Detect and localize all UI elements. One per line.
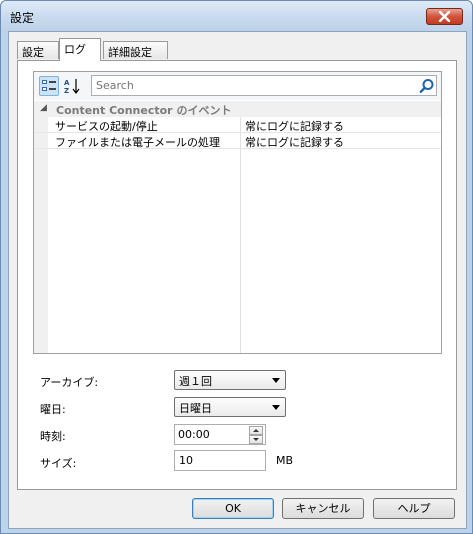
time-value[interactable]: 00:00: [178, 428, 210, 441]
log-tab-panel: A Z ◢ Content Con: [17, 60, 457, 490]
categorized-icon: [42, 80, 56, 91]
property-value[interactable]: 常にログに記録する: [245, 118, 344, 134]
grid-margin: [34, 117, 48, 353]
property-grid: A Z ◢ Content Con: [33, 71, 442, 354]
property-name: ファイルまたは電子メールの処理: [55, 136, 220, 149]
search-icon[interactable]: [419, 78, 435, 94]
alphabetical-sort-button[interactable]: A Z: [62, 76, 82, 96]
title-bar[interactable]: 設定: [1, 1, 472, 31]
tab-settings-label: 設定: [22, 46, 44, 59]
property-row[interactable]: ファイルまたは電子メールの処理 常にログに記録する: [34, 133, 441, 149]
categorized-view-button[interactable]: [39, 76, 59, 96]
tab-log-label: ログ: [64, 43, 86, 56]
tab-settings[interactable]: 設定: [17, 41, 59, 59]
time-stepper[interactable]: 00:00: [174, 424, 266, 445]
category-label: Content Connector のイベント: [56, 104, 232, 117]
row-margin: [34, 133, 48, 148]
size-value[interactable]: 10: [179, 454, 193, 467]
ok-button[interactable]: OK: [192, 498, 274, 519]
weekday-select[interactable]: 日曜日: [174, 397, 286, 417]
spin-up-icon[interactable]: [249, 426, 263, 435]
search-box[interactable]: [91, 75, 437, 96]
dialog-client-area: 設定 ログ 詳細設定 A Z Search ◢ Content Connecto…: [8, 31, 467, 529]
window-title: 設定: [10, 11, 35, 25]
settings-dialog: 設定 設定 ログ 詳細設定 A Z Search ◢ Content Conne…: [0, 0, 473, 534]
column-divider[interactable]: [240, 117, 241, 353]
help-button[interactable]: ヘルプ: [373, 498, 455, 519]
row-margin: [34, 117, 48, 132]
weekday-label: 曜日:: [40, 403, 66, 416]
archive-select[interactable]: 週１回: [174, 370, 286, 390]
search-input[interactable]: [94, 77, 398, 94]
sort-az-icon: A Z: [64, 79, 80, 95]
weekday-value: 日曜日: [179, 402, 212, 415]
spin-down-icon[interactable]: [249, 435, 263, 444]
property-grid-toolbar: A Z: [34, 72, 441, 100]
tab-advanced-label: 詳細設定: [108, 46, 152, 59]
property-value[interactable]: 常にログに記録する: [245, 134, 344, 150]
archive-label: アーカイブ:: [40, 376, 99, 389]
collapse-triangle-icon[interactable]: ◢: [40, 103, 47, 113]
time-label: 時刻:: [40, 430, 66, 443]
property-row[interactable]: サービスの起動/停止 常にログに記録する: [34, 117, 441, 133]
size-input[interactable]: 10: [174, 450, 266, 471]
tab-log[interactable]: ログ: [59, 38, 101, 61]
svg-text:A: A: [64, 79, 70, 87]
cancel-button[interactable]: キャンセル: [282, 498, 364, 519]
svg-text:Z: Z: [64, 87, 69, 95]
size-unit: MB: [276, 454, 294, 467]
close-button[interactable]: [426, 8, 463, 25]
chevron-down-icon: [272, 405, 280, 410]
chevron-down-icon: [272, 378, 280, 383]
property-name: サービスの起動/停止: [55, 120, 158, 133]
tab-advanced[interactable]: 詳細設定: [103, 41, 168, 59]
close-icon: [438, 11, 451, 22]
archive-value: 週１回: [179, 375, 212, 388]
category-row[interactable]: ◢ Content Connector のイベント: [34, 101, 441, 117]
size-label: サイズ:: [40, 457, 77, 470]
